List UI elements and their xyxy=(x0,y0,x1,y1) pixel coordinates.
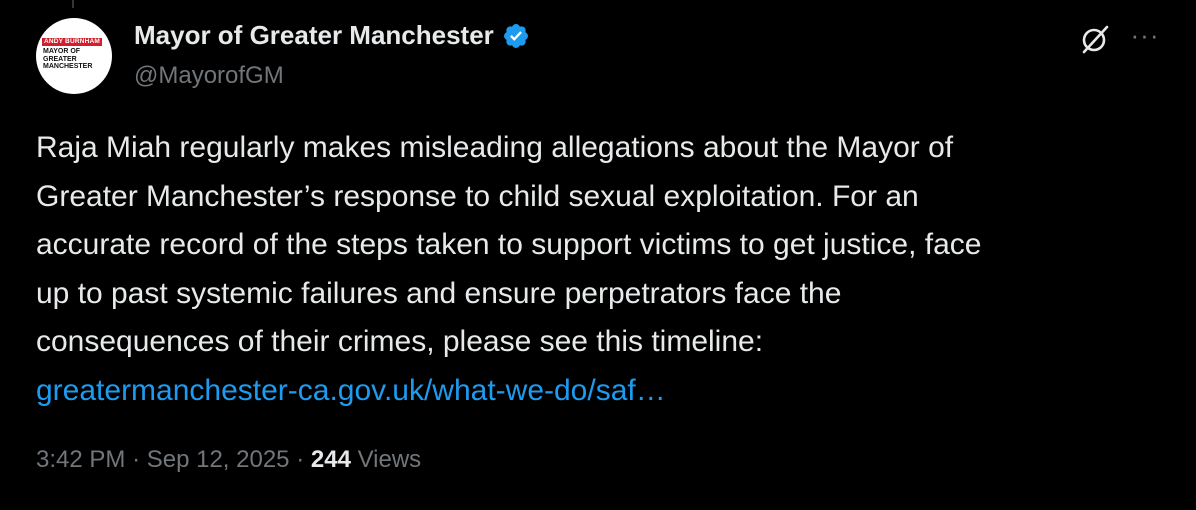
tweet-metadata: 3:42 PM · Sep 12, 2025 · 244 Views xyxy=(36,446,421,474)
more-options-icon[interactable]: ··· xyxy=(1128,22,1162,52)
tweet-time[interactable]: 3:42 PM xyxy=(36,446,125,473)
avatar[interactable]: ANDY BURNHAM MAYOR OF GREATER MANCHESTER xyxy=(36,18,112,94)
tweet-link[interactable]: greatermanchester-ca.gov.uk/what-we-do/s… xyxy=(36,367,1166,416)
tweet-text-line: accurate record of the steps taken to su… xyxy=(36,228,982,261)
avatar-logo-banner: ANDY BURNHAM xyxy=(42,38,102,46)
avatar-logo-line: GREATER xyxy=(43,55,77,63)
avatar-logo-text: MAYOR OF GREATER MANCHESTER xyxy=(42,48,105,71)
tweet-text-line: up to past systemic failures and ensure … xyxy=(36,276,842,310)
avatar-logo-line: MANCHESTER xyxy=(43,63,93,70)
author-handle[interactable]: @MayorofGM xyxy=(134,62,284,90)
views-count[interactable]: 244 xyxy=(311,446,351,473)
tweet-text-line: Raja Miah regularly makes misleading all… xyxy=(36,131,954,164)
tweet-text-line: consequences of their crimes, please see… xyxy=(36,325,764,358)
meta-separator: · xyxy=(132,446,141,473)
avatar-logo-line: MAYOR OF xyxy=(43,48,81,55)
views-label[interactable]: Views xyxy=(358,446,422,473)
display-name-text[interactable]: Mayor of Greater Manchester xyxy=(134,20,494,51)
meta-separator: · xyxy=(296,446,305,473)
verified-badge-icon[interactable] xyxy=(502,22,530,50)
tweet-date[interactable]: Sep 12, 2025 xyxy=(147,446,290,473)
thread-connector-line xyxy=(72,0,74,8)
author-display-name[interactable]: Mayor of Greater Manchester xyxy=(134,20,530,51)
tweet-text: Raja Miah regularly makes misleading all… xyxy=(36,124,1166,415)
grok-icon[interactable] xyxy=(1078,22,1112,56)
tweet-text-line: Greater Manchester’s response to child s… xyxy=(36,179,919,213)
